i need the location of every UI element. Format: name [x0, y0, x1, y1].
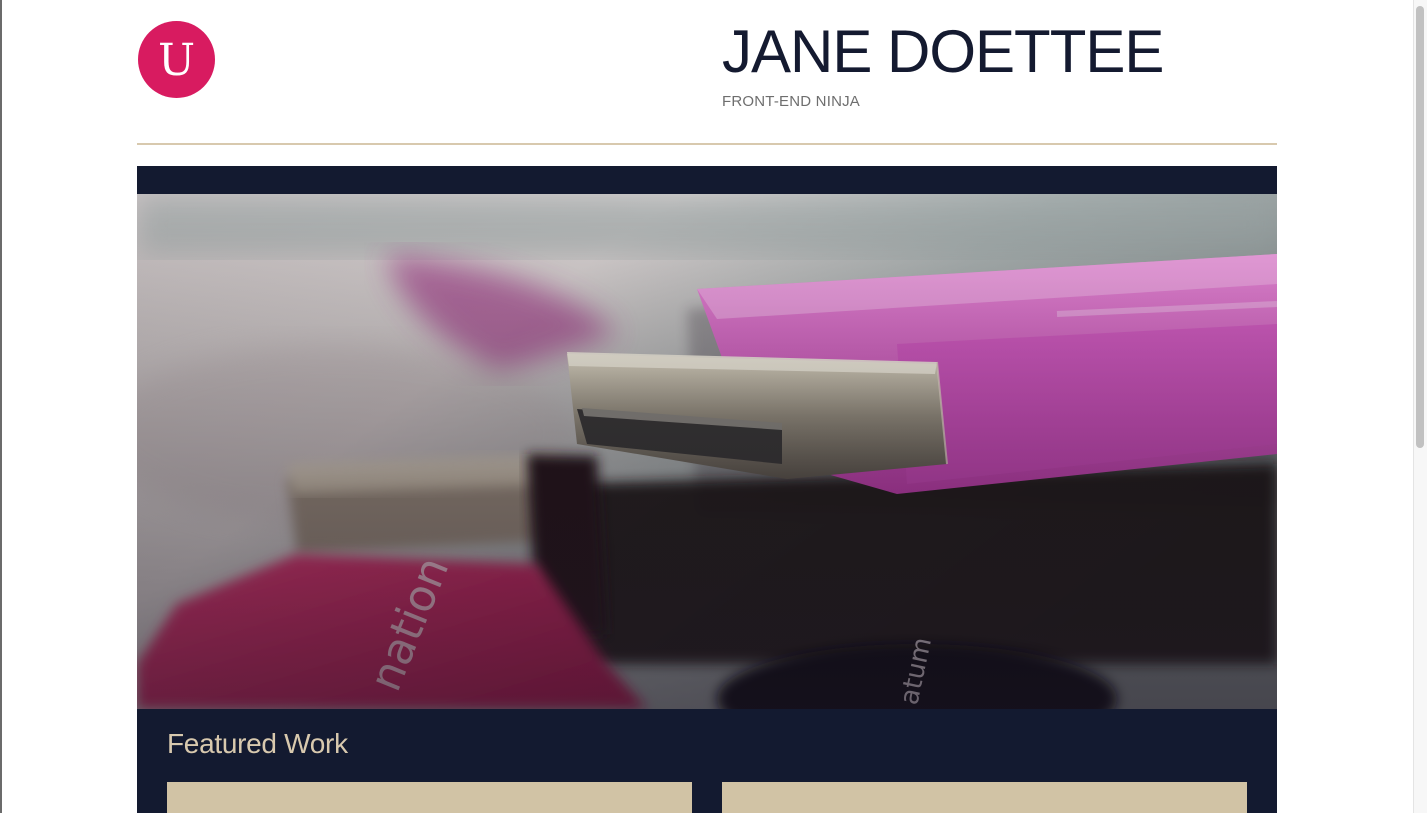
hero-image: nation atum	[137, 194, 1277, 709]
featured-work-card-1[interactable]	[167, 782, 692, 813]
header-divider	[137, 143, 1277, 145]
content-panel: nation atum Featured Work	[137, 166, 1277, 813]
site-tagline: FRONT-END NINJA	[722, 93, 860, 110]
featured-work-heading: Featured Work	[167, 728, 348, 759]
browser-viewport: U JANE DOETTEE FRONT-END NINJA Featured …	[0, 0, 1427, 813]
site-name: JANE DOETTEE	[722, 18, 1164, 85]
logo[interactable]: U	[138, 21, 215, 98]
page-scrollbar[interactable]	[1413, 0, 1427, 813]
window-left-edge	[0, 0, 2, 813]
scrollbar-thumb[interactable]	[1416, 6, 1424, 448]
featured-work-card-2[interactable]	[722, 782, 1247, 813]
u-monogram-icon: U	[157, 34, 196, 86]
